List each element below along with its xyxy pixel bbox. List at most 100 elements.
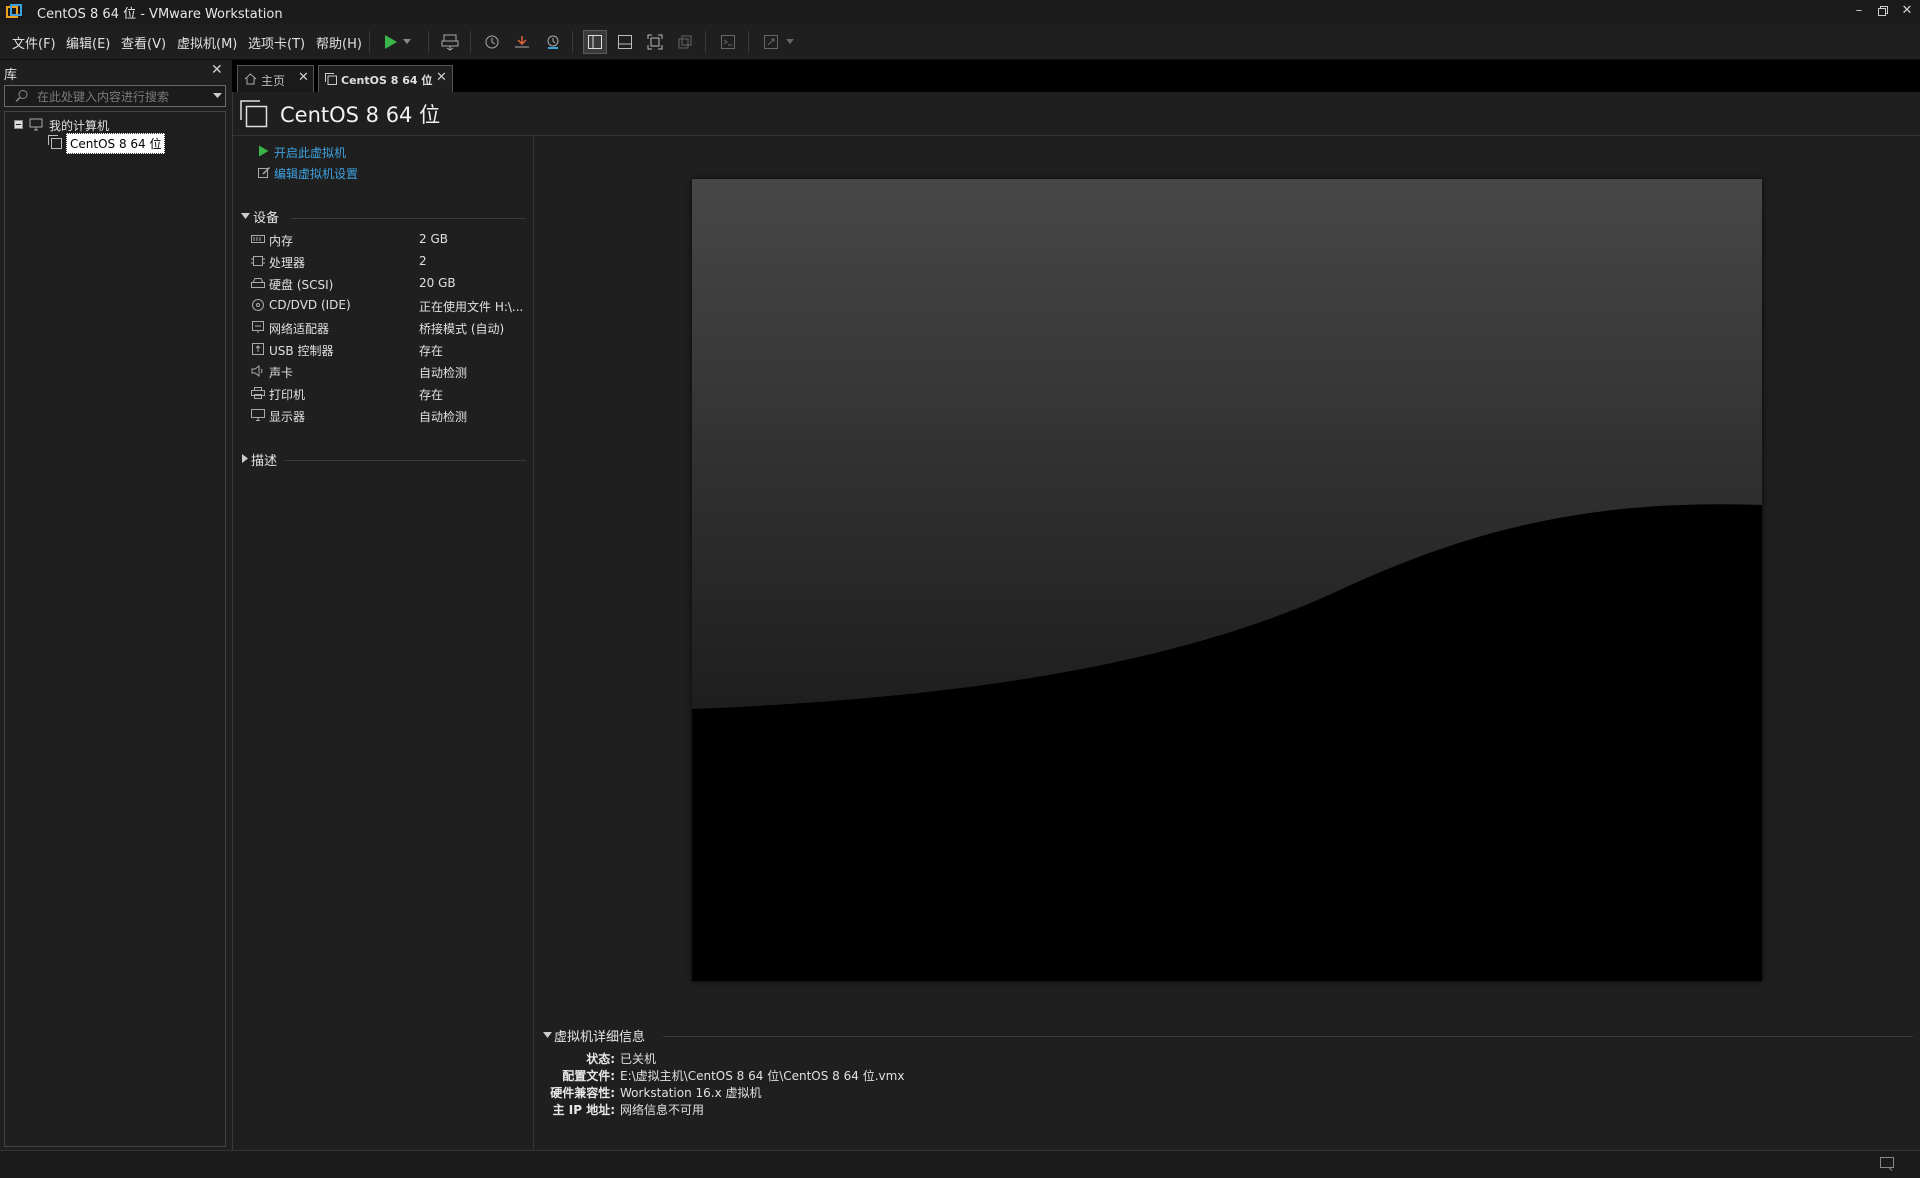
play-icon	[259, 145, 269, 157]
device-value: 存在	[419, 388, 444, 402]
cdrom-icon	[252, 299, 264, 311]
tab-centos-label: CentOS 8 64 位	[341, 74, 433, 87]
fullscreen-button[interactable]	[643, 30, 667, 54]
vm-icon	[240, 100, 268, 128]
toolbar-separator	[572, 31, 573, 53]
vm-icon	[48, 135, 62, 149]
library-view-button[interactable]	[583, 30, 607, 54]
device-name: 显示器	[269, 410, 306, 424]
devices-header[interactable]: 设备	[253, 207, 279, 226]
start-vm-link[interactable]: 开启此虚拟机	[274, 144, 346, 161]
device-value: 2	[419, 254, 427, 268]
title-bar: CentOS 8 64 位 - VMware Workstation – ✕	[0, 0, 1920, 24]
sound-icon	[251, 365, 263, 377]
vm-icon	[325, 73, 337, 85]
stretch-button[interactable]	[759, 30, 783, 54]
message-log-icon[interactable]	[1880, 1157, 1894, 1171]
revert-snapshot-icon	[515, 36, 529, 48]
device-name: 内存	[269, 234, 294, 248]
chevron-down-icon	[786, 39, 794, 44]
status-bar	[0, 1150, 1920, 1178]
toolbar-separator	[369, 31, 370, 53]
vm-content-panel: CentOS 8 64 位 开启此虚拟机 编辑虚拟机设置 设备 内存 2 GB …	[232, 92, 1920, 1150]
detail-label-compat: 硬件兼容性:	[550, 1086, 615, 1100]
minimize-button[interactable]: –	[1847, 0, 1871, 22]
close-button[interactable]: ✕	[1895, 0, 1919, 22]
printer-icon	[251, 387, 265, 399]
maximize-button[interactable]	[1871, 0, 1895, 22]
device-name: 打印机	[269, 388, 306, 402]
device-name: 处理器	[269, 256, 306, 270]
menu-view[interactable]: 查看(V)	[121, 33, 166, 52]
library-close-icon[interactable]: ✕	[211, 62, 223, 78]
snapshot-icon	[485, 35, 499, 49]
stretch-dropdown[interactable]	[784, 30, 796, 54]
send-keys-icon	[441, 34, 459, 51]
menu-edit[interactable]: 编辑(E)	[66, 33, 110, 52]
tree-item-centos-vm[interactable]: CentOS 8 64 位	[66, 133, 166, 154]
device-value: 存在	[419, 344, 444, 358]
snapshot-manager-button[interactable]	[541, 30, 565, 54]
device-name: 声卡	[269, 366, 294, 380]
vm-details-header[interactable]: 虚拟机详细信息	[554, 1026, 645, 1045]
chevron-down-icon	[403, 39, 411, 44]
play-button[interactable]	[378, 30, 402, 54]
device-value: 自动检测	[419, 366, 468, 380]
expanded-arrow-icon[interactable]	[543, 1032, 552, 1039]
thumbnail-view-button[interactable]	[613, 30, 637, 54]
tree-item-my-computer[interactable]: 我的计算机	[49, 117, 109, 134]
toolbar-separator	[748, 31, 749, 53]
tab-home-label: 主页	[261, 74, 286, 88]
section-line	[291, 218, 526, 219]
menu-file[interactable]: 文件(F)	[12, 33, 56, 52]
edit-vm-settings-link[interactable]: 编辑虚拟机设置	[274, 165, 358, 182]
unity-button[interactable]	[673, 30, 697, 54]
tab-home[interactable]: 主页 ✕	[237, 65, 314, 92]
library-view-icon	[588, 35, 602, 49]
edit-settings-icon	[258, 166, 271, 178]
toolbar-separator	[705, 31, 706, 53]
detail-label-config: 配置文件:	[562, 1069, 615, 1083]
network-icon	[252, 321, 264, 333]
menu-tabs[interactable]: 选项卡(T)	[248, 33, 305, 52]
detail-label-state: 状态:	[586, 1052, 615, 1066]
menu-vm[interactable]: 虚拟机(M)	[177, 33, 237, 52]
tab-close-icon[interactable]: ✕	[298, 70, 309, 85]
expanded-arrow-icon[interactable]	[241, 213, 250, 220]
snapshot-manager-icon	[547, 35, 559, 49]
stretch-icon	[764, 35, 778, 49]
window-title: CentOS 8 64 位 - VMware Workstation	[37, 7, 283, 22]
revert-snapshot-button[interactable]	[510, 30, 534, 54]
send-ctrl-alt-del-button[interactable]	[438, 30, 462, 54]
device-name: 硬盘 (SCSI)	[269, 278, 334, 292]
menu-help[interactable]: 帮助(H)	[316, 33, 362, 52]
tab-centos-vm[interactable]: CentOS 8 64 位 ✕	[318, 65, 453, 92]
collapsed-arrow-icon[interactable]	[242, 454, 249, 463]
cpu-icon	[251, 256, 265, 266]
divider	[533, 136, 534, 1150]
vm-title: CentOS 8 64 位	[280, 103, 441, 127]
snapshot-button[interactable]	[480, 30, 504, 54]
tab-close-icon[interactable]: ✕	[436, 70, 447, 85]
description-header[interactable]: 描述	[251, 450, 277, 469]
library-title: 库	[4, 68, 18, 83]
device-name: USB 控制器	[269, 344, 334, 358]
fullscreen-icon	[647, 34, 663, 50]
console-icon	[721, 35, 735, 49]
console-view-button[interactable]	[716, 30, 740, 54]
collapse-icon[interactable]	[14, 120, 23, 129]
library-panel: 库 ✕ 在此处键入内容进行搜索 我的计算机 CentOS 8 64 位	[0, 60, 230, 1148]
vm-screen-preview[interactable]	[692, 179, 1762, 981]
usb-icon	[252, 343, 264, 355]
play-dropdown[interactable]	[400, 30, 414, 54]
detail-value-state: 已关机	[620, 1052, 657, 1066]
section-line	[285, 460, 526, 461]
toolbar-separator	[428, 31, 429, 53]
library-search-input[interactable]: 在此处键入内容进行搜索	[4, 85, 226, 107]
thumbnail-view-icon	[618, 35, 632, 49]
device-value: 正在使用文件 H:\...	[419, 300, 524, 314]
device-name: CD/DVD (IDE)	[269, 298, 351, 312]
harddisk-icon	[251, 278, 265, 288]
search-dropdown-icon[interactable]	[213, 93, 222, 99]
vm-preview-artwork	[692, 179, 1762, 981]
